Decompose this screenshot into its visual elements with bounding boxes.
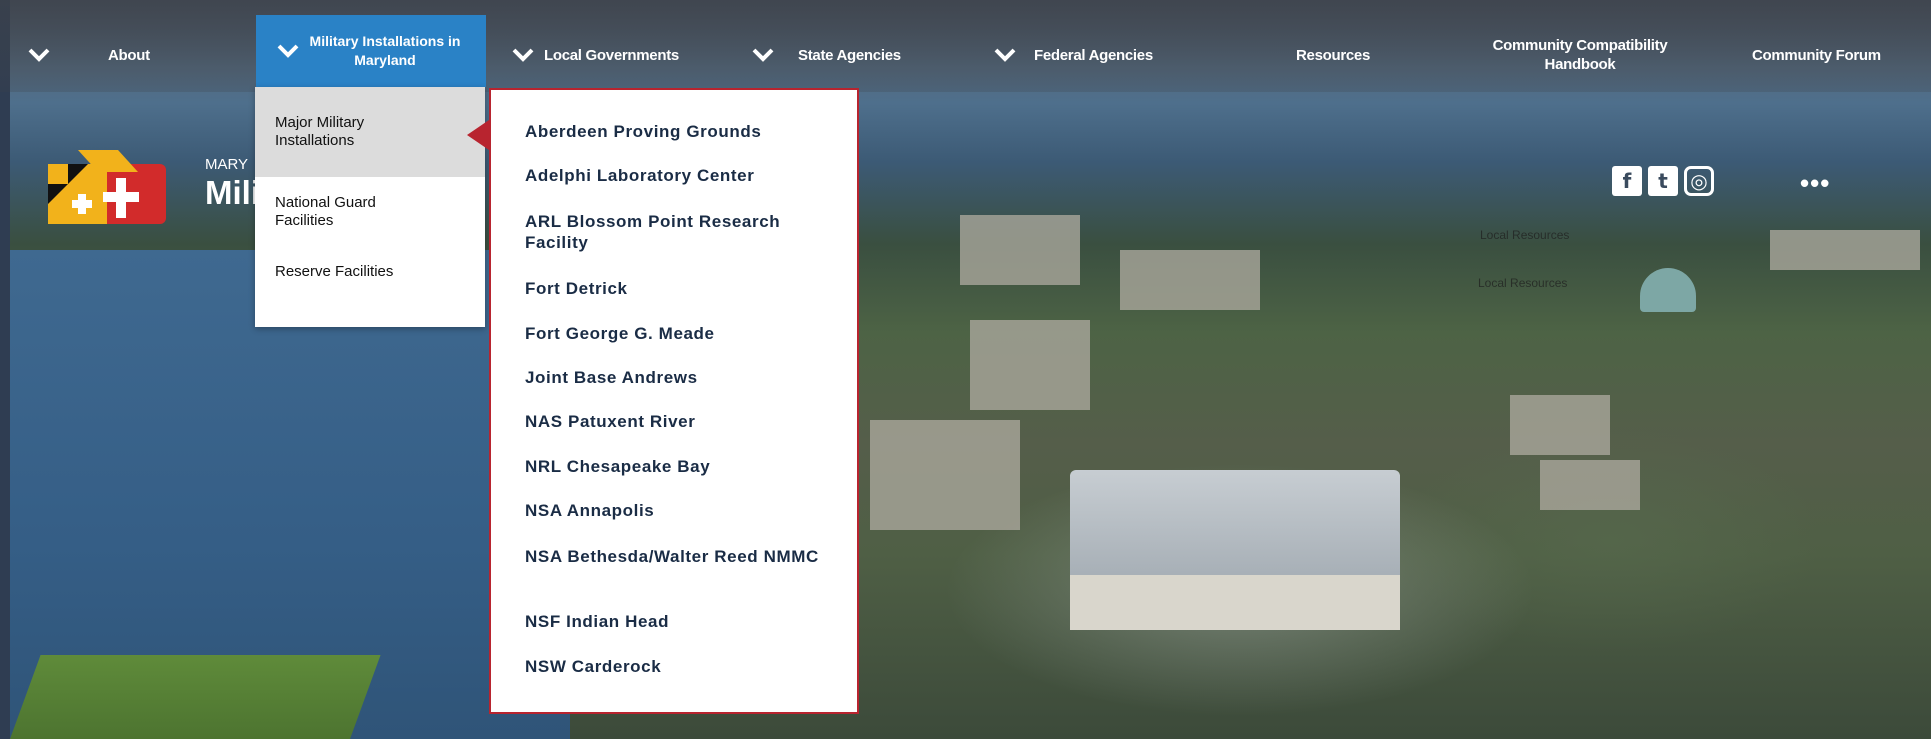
installation-link[interactable]: NAS Patuxent River bbox=[525, 411, 825, 432]
installation-link[interactable]: NSW Carderock bbox=[525, 656, 825, 677]
submenu-item-label: Major Military Installations bbox=[275, 114, 365, 149]
chevron-down-icon bbox=[277, 44, 299, 58]
nav-state-agencies-label: State Agencies bbox=[798, 46, 901, 64]
nav-resources-label: Resources bbox=[1296, 46, 1371, 64]
nav-state-agencies[interactable]: State Agencies bbox=[752, 30, 901, 80]
installation-link[interactable]: Adelphi Laboratory Center bbox=[525, 165, 825, 186]
building bbox=[870, 420, 1020, 530]
nav-military-installations[interactable]: Military Installations in Maryland bbox=[256, 15, 486, 87]
nav-community-forum[interactable]: Community Forum bbox=[1752, 30, 1881, 80]
installation-link[interactable]: NSA Bethesda/Walter Reed NMMC bbox=[525, 546, 825, 567]
lawn bbox=[10, 655, 381, 739]
submenu-item-label: Reserve Facilities bbox=[275, 263, 394, 280]
brand-line-2: Mili bbox=[205, 174, 260, 211]
arena-facade bbox=[1070, 575, 1400, 630]
chevron-down-icon bbox=[28, 48, 50, 62]
facebook-glyph: f bbox=[1622, 169, 1632, 193]
maryland-flag-logo bbox=[48, 150, 166, 224]
installation-link[interactable]: Aberdeen Proving Grounds bbox=[525, 121, 825, 142]
brand-line-1: MARY bbox=[205, 156, 249, 173]
installation-link[interactable]: NSF Indian Head bbox=[525, 611, 825, 632]
main-navigation: About Military Installations in Maryland… bbox=[0, 0, 1931, 92]
background-label: Local Resources bbox=[1478, 276, 1568, 290]
military-installations-submenu: Major Military Installations National Gu… bbox=[255, 87, 485, 327]
submenu-item-national-guard[interactable]: National Guard Facilities bbox=[255, 177, 485, 247]
chevron-down-icon bbox=[512, 48, 534, 62]
building bbox=[970, 320, 1090, 410]
building bbox=[1120, 250, 1260, 310]
installation-link[interactable]: Fort George G. Meade bbox=[525, 323, 825, 344]
submenu-item-reserve[interactable]: Reserve Facilities bbox=[255, 247, 485, 297]
nav-about-label: About bbox=[108, 46, 150, 64]
twitter-glyph: t bbox=[1658, 169, 1668, 193]
nav-local-governments[interactable]: Local Governments bbox=[512, 30, 679, 80]
facebook-icon[interactable]: f bbox=[1612, 166, 1642, 196]
nav-community-handbook-label: Community Compatibility Handbook bbox=[1492, 37, 1668, 73]
installation-link[interactable]: NRL Chesapeake Bay bbox=[525, 456, 825, 477]
submenu-pointer-arrow bbox=[467, 120, 489, 150]
chevron-down-icon bbox=[994, 48, 1016, 62]
nav-resources[interactable]: Resources bbox=[1296, 30, 1370, 80]
nav-military-installations-label: Military Installations in Maryland bbox=[309, 33, 461, 68]
more-icon[interactable]: ••• bbox=[1800, 168, 1830, 199]
installation-link[interactable]: ARL Blossom Point Research Facility bbox=[525, 211, 825, 253]
installation-link[interactable]: Fort Detrick bbox=[525, 278, 825, 299]
submenu-item-major-installations[interactable]: Major Military Installations bbox=[255, 87, 485, 177]
submenu-item-label: National Guard Facilities bbox=[275, 194, 376, 229]
background-label: Local Resources bbox=[1480, 228, 1570, 242]
installation-link[interactable]: Joint Base Andrews bbox=[525, 367, 825, 388]
nav-community-handbook[interactable]: Community Compatibility Handbook bbox=[1480, 30, 1680, 80]
building bbox=[960, 215, 1080, 285]
instagram-icon[interactable]: ◎ bbox=[1684, 166, 1714, 196]
nav-federal-agencies[interactable]: Federal Agencies bbox=[994, 30, 1153, 80]
building bbox=[1770, 230, 1920, 270]
nav-about[interactable]: About bbox=[28, 30, 150, 80]
building bbox=[1540, 460, 1640, 510]
twitter-icon[interactable]: t bbox=[1648, 166, 1678, 196]
nav-local-governments-label: Local Governments bbox=[544, 46, 679, 64]
instagram-glyph: ◎ bbox=[1690, 169, 1708, 193]
installation-link[interactable]: NSA Annapolis bbox=[525, 500, 825, 521]
nav-federal-agencies-label: Federal Agencies bbox=[1034, 46, 1153, 64]
major-installations-panel: Aberdeen Proving Grounds Adelphi Laborat… bbox=[489, 88, 859, 714]
nav-community-forum-label: Community Forum bbox=[1752, 46, 1881, 64]
chevron-down-icon bbox=[752, 48, 774, 62]
chapel-dome bbox=[1640, 268, 1696, 312]
building bbox=[1510, 395, 1610, 455]
